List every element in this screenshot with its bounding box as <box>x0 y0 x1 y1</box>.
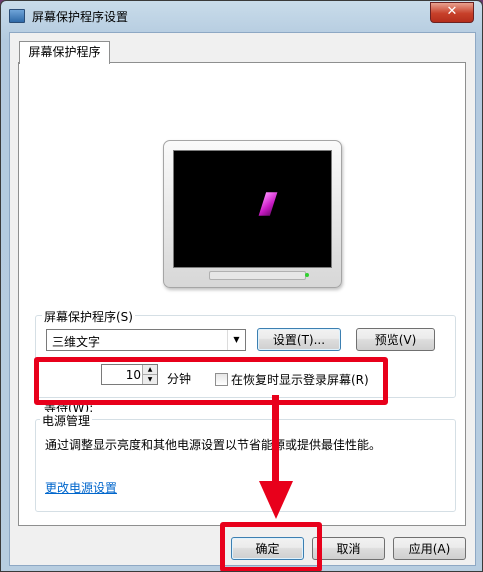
wait-minutes-value: 10 <box>125 368 141 382</box>
chevron-down-icon[interactable]: ▼ <box>227 330 245 350</box>
wait-minutes-stepper[interactable]: 10 ▲ ▼ <box>101 364 158 385</box>
change-power-settings-link[interactable]: 更改电源设置 <box>45 479 117 496</box>
monitor-preview <box>163 140 342 288</box>
spin-up-icon[interactable]: ▲ <box>142 365 157 375</box>
display-settings-icon <box>9 9 25 23</box>
title-bar[interactable]: 屏幕保护程序设置 ✕ <box>1 1 482 31</box>
preview-button[interactable]: 预览(V) <box>356 328 435 351</box>
tab-screensaver[interactable]: 屏幕保护程序 <box>19 41 110 64</box>
dialog-client-area: 屏幕保护程序 屏幕保护程序(S) 三维文字 ▼ 设置(T)... 预览(V) 等… <box>9 32 476 571</box>
3d-text-shape-icon <box>258 192 278 216</box>
screensaver-select-value: 三维文字 <box>52 335 101 349</box>
screensaver-settings-window: 屏幕保护程序设置 ✕ 屏幕保护程序 屏幕保护程序(S) 三维文字 ▼ 设置(T)… <box>0 0 483 572</box>
wait-unit-label: 分钟 <box>167 372 192 386</box>
power-description: 通过调整显示亮度和其他电源设置以节省能源或提供最佳性能。 <box>45 438 382 452</box>
resume-login-label[interactable]: 在恢复时显示登录屏幕(R) <box>231 371 369 388</box>
preview-screen <box>173 150 332 268</box>
resume-login-checkbox[interactable] <box>215 373 228 386</box>
power-group-label: 电源管理 <box>40 412 93 429</box>
monitor-slot <box>209 271 306 280</box>
ok-button[interactable]: 确定 <box>231 537 304 560</box>
window-title: 屏幕保护程序设置 <box>32 10 129 24</box>
annotation-arrow-shaft <box>272 395 279 483</box>
close-button[interactable]: ✕ <box>430 2 474 23</box>
apply-button[interactable]: 应用(A) <box>393 537 466 560</box>
settings-button[interactable]: 设置(T)... <box>257 328 341 351</box>
spin-down-icon[interactable]: ▼ <box>142 375 157 384</box>
screensaver-select[interactable]: 三维文字 ▼ <box>46 329 246 351</box>
cancel-button[interactable]: 取消 <box>312 537 385 560</box>
screensaver-group-label: 屏幕保护程序(S) <box>42 308 135 325</box>
power-management-group: 电源管理 通过调整显示亮度和其他电源设置以节省能源或提供最佳性能。 更改电源设置 <box>35 412 456 512</box>
arrow-down-icon <box>259 481 293 519</box>
power-led-icon <box>305 273 309 277</box>
